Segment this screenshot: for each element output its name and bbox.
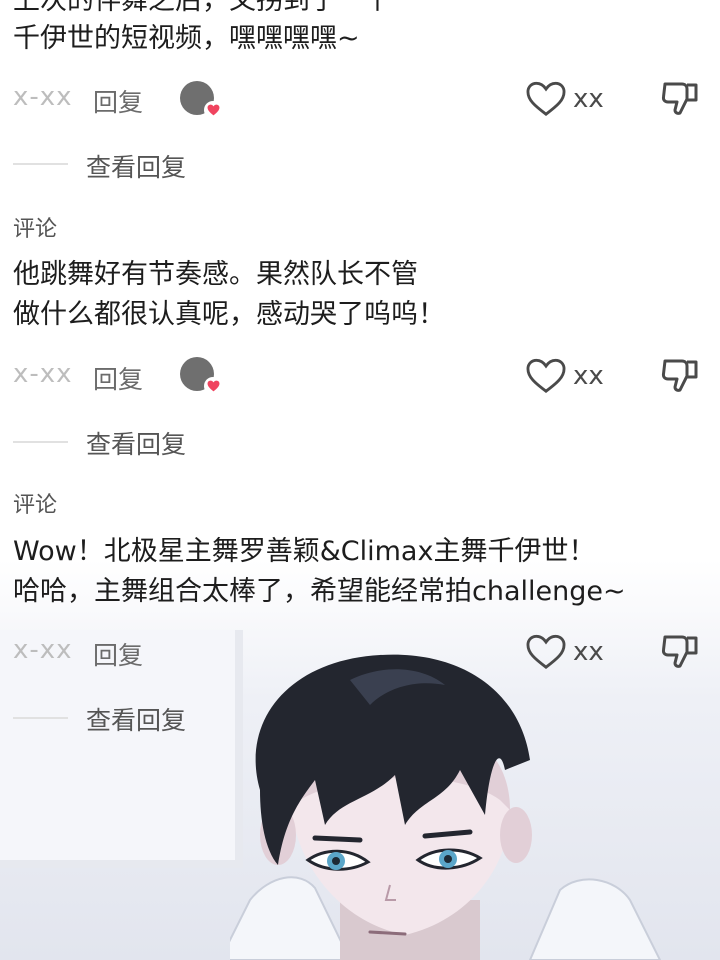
view-replies-link[interactable]: 查看回复 xyxy=(86,148,186,184)
comment-text-line-1: 他跳舞好有节奏感。果然队长不管 xyxy=(13,259,418,290)
left-eyebrow xyxy=(312,835,363,843)
like-count: xx xyxy=(573,361,604,391)
hoodie-right xyxy=(528,878,662,960)
heart-outline-icon[interactable] xyxy=(525,80,567,118)
divider xyxy=(13,163,68,165)
reply-button[interactable]: 回复 xyxy=(93,83,143,119)
avatar[interactable] xyxy=(180,357,222,395)
divider xyxy=(13,717,68,719)
comment-text-line-1: 上次的伴舞之后，又拐到了一个 xyxy=(13,0,391,16)
comment-label: 评论 xyxy=(13,493,58,518)
comment-text-line-2: 做什么都很认真呢，感动哭了呜呜！ xyxy=(13,299,445,330)
comment-username[interactable]: x-xx xyxy=(13,82,73,112)
comment-username[interactable]: x-xx xyxy=(13,359,73,389)
thumbs-down-icon[interactable] xyxy=(660,79,700,119)
like-count: xx xyxy=(573,84,604,114)
mouth xyxy=(368,930,407,936)
comment-label: 评论 xyxy=(13,217,58,242)
heart-badge-icon xyxy=(204,377,222,395)
reply-button[interactable]: 回复 xyxy=(93,636,143,672)
right-ear xyxy=(500,807,532,863)
comment-text-line-2: 哈哈，主舞组合太棒了，希望能经常拍challenge~ xyxy=(13,576,626,607)
comment-text-line-1: Wow！北极星主舞罗善颖&Climax主舞千伊世！ xyxy=(13,536,596,567)
heart-outline-icon[interactable] xyxy=(525,357,567,395)
reply-button[interactable]: 回复 xyxy=(93,360,143,396)
heart-badge-icon xyxy=(204,101,222,119)
view-replies-link[interactable]: 查看回复 xyxy=(86,701,186,737)
view-replies-link[interactable]: 查看回复 xyxy=(86,425,186,461)
thumbs-down-icon[interactable] xyxy=(660,356,700,396)
character-illustration xyxy=(230,654,662,960)
divider xyxy=(13,441,68,443)
avatar[interactable] xyxy=(180,81,222,119)
comment-username[interactable]: x-xx xyxy=(13,635,73,665)
comment-text-line-2: 千伊世的短视频，嘿嘿嘿嘿~ xyxy=(13,23,360,54)
